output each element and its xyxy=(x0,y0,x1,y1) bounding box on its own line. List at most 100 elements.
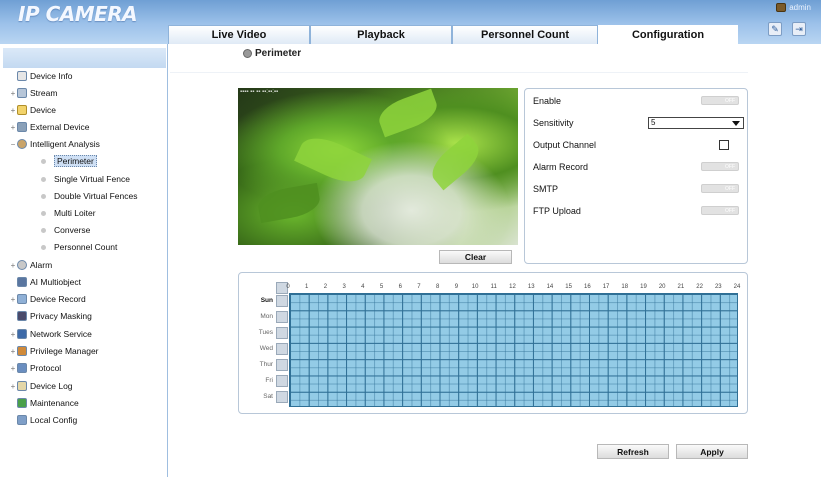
tab-personnel-count[interactable]: Personnel Count xyxy=(452,25,598,44)
sidebar-item-personnel-count[interactable]: Personnel Count xyxy=(41,239,117,255)
sidebar-item-network-service[interactable]: + Network Service xyxy=(9,326,92,342)
sensitivity-select[interactable]: 5 xyxy=(648,117,744,129)
expand-icon[interactable]: + xyxy=(9,382,17,391)
collapse-icon[interactable]: − xyxy=(9,140,17,149)
alarm-record-toggle[interactable]: OFF xyxy=(701,162,739,171)
hour-label: 16 xyxy=(583,284,591,290)
day-select-box-tues[interactable] xyxy=(276,327,288,339)
settings-icon-button[interactable]: ✎ xyxy=(768,22,782,36)
video-preview[interactable]: ▪▪▪▪ ▪▪ ▪▪ ▪▪:▪▪:▪▪ xyxy=(238,88,518,245)
hour-label: 3 xyxy=(342,284,346,290)
alarm-record-row: Alarm Record OFF xyxy=(533,159,743,175)
hour-label: 17 xyxy=(602,284,610,290)
expand-icon[interactable]: + xyxy=(9,106,17,115)
sidebar-item-alarm[interactable]: + Alarm xyxy=(9,257,52,273)
user-icon xyxy=(776,3,787,12)
sidebar-item-local-config[interactable]: Local Config xyxy=(9,412,77,428)
document-icon xyxy=(17,71,27,81)
day-label-fri: Fri xyxy=(265,377,273,384)
hour-label: 24 xyxy=(733,284,741,290)
sidebar-item-multi-loiter[interactable]: Multi Loiter xyxy=(41,205,96,221)
refresh-button[interactable]: Refresh xyxy=(597,444,669,459)
logout-button[interactable]: ⇥ xyxy=(792,22,806,36)
stream-icon xyxy=(17,88,27,98)
sidebar-item-privilege-manager[interactable]: + Privilege Manager xyxy=(9,343,99,359)
hour-label: 13 xyxy=(527,284,535,290)
day-select-box-mon[interactable] xyxy=(276,311,288,323)
sidebar-item-device-log[interactable]: + Device Log xyxy=(9,378,73,394)
expand-icon[interactable]: + xyxy=(9,89,17,98)
hour-label: 14 xyxy=(546,284,554,290)
day-select-box-fri[interactable] xyxy=(276,375,288,387)
day-select-box-thur[interactable] xyxy=(276,359,288,371)
sidebar-item-single-virtual-fence[interactable]: Single Virtual Fence xyxy=(41,171,130,187)
app-window: IP CAMERA admin Live Video Playback Pers… xyxy=(0,0,821,477)
hour-label: 4 xyxy=(361,284,365,290)
record-icon xyxy=(17,294,27,304)
day-label-sun: Sun xyxy=(260,297,273,304)
dot-icon xyxy=(41,158,46,164)
sidebar-item-stream[interactable]: + Stream xyxy=(9,85,57,101)
day-label-sat: Sat xyxy=(263,393,273,400)
leaf-shape xyxy=(374,88,442,138)
leaf-shape xyxy=(255,182,323,224)
schedule-grid[interactable] xyxy=(289,293,738,407)
dot-icon xyxy=(41,193,46,199)
clear-button[interactable]: Clear xyxy=(439,250,512,264)
expand-icon[interactable]: + xyxy=(9,364,17,373)
sidebar-item-external-device[interactable]: + External Device xyxy=(9,119,90,135)
folder-icon xyxy=(17,105,27,115)
header-bar: IP CAMERA admin Live Video Playback Pers… xyxy=(0,0,821,44)
apply-button[interactable]: Apply xyxy=(676,444,748,459)
smtp-toggle[interactable]: OFF xyxy=(701,184,739,193)
hour-label: 6 xyxy=(398,284,402,290)
ai-icon xyxy=(17,277,27,287)
sidebar-item-double-virtual-fences[interactable]: Double Virtual Fences xyxy=(41,188,137,204)
expand-icon[interactable]: + xyxy=(9,347,17,356)
hour-label: 11 xyxy=(490,284,497,290)
sidebar-item-device-info[interactable]: Device Info xyxy=(9,68,73,84)
sidebar-item-device-record[interactable]: + Device Record xyxy=(9,291,86,307)
alarm-icon xyxy=(17,260,27,270)
hour-label: 0 xyxy=(286,284,290,290)
ftp-upload-toggle[interactable]: OFF xyxy=(701,206,739,215)
day-select-box-wed[interactable] xyxy=(276,343,288,355)
sidebar-item-protocol[interactable]: + Protocol xyxy=(9,360,61,376)
sidebar-item-intelligent-analysis[interactable]: − Intelligent Analysis xyxy=(9,136,100,152)
day-select-box-sun[interactable] xyxy=(276,295,288,307)
sidebar: Device Info + Stream + Device + External… xyxy=(3,44,168,477)
expand-icon[interactable]: + xyxy=(9,261,17,270)
sidebar-item-perimeter[interactable]: Perimeter xyxy=(41,153,97,169)
hour-label: 22 xyxy=(696,284,703,290)
output-channel-checkbox[interactable] xyxy=(719,140,729,150)
hour-label: 18 xyxy=(621,284,629,290)
tab-live-video[interactable]: Live Video xyxy=(168,25,310,44)
sidebar-item-privacy-masking[interactable]: Privacy Masking xyxy=(9,308,92,324)
user-name: admin xyxy=(789,3,811,12)
hour-label: 2 xyxy=(323,284,328,290)
sidebar-item-maintenance[interactable]: Maintenance xyxy=(9,395,79,411)
expand-icon[interactable]: + xyxy=(9,123,17,132)
tab-playback[interactable]: Playback xyxy=(310,25,452,44)
leaf-shape xyxy=(425,133,486,191)
hour-label: 19 xyxy=(640,284,647,290)
sidebar-item-device[interactable]: + Device xyxy=(9,102,56,118)
ftp-upload-row: FTP Upload OFF xyxy=(533,203,743,219)
settings-panel: Enable OFF Sensitivity 5 Output Channel … xyxy=(524,88,748,264)
enable-toggle[interactable]: OFF xyxy=(701,96,739,105)
sidebar-item-ai-multiobject[interactable]: AI Multiobject xyxy=(9,274,81,290)
plug-icon xyxy=(17,122,27,132)
expand-icon[interactable]: + xyxy=(9,330,17,339)
user-info[interactable]: admin xyxy=(776,3,811,12)
day-select-box-sat[interactable] xyxy=(276,391,288,403)
expand-icon[interactable]: + xyxy=(9,295,17,304)
schedule-panel: 0 1 2 3 4 5 6 7 8 9 10 11 12 13 14 15 16 17 18 19 20 21 22 23 24… xyxy=(238,272,748,414)
hour-label: 9 xyxy=(454,284,459,290)
day-label-wed: Wed xyxy=(259,345,273,352)
enable-row: Enable OFF xyxy=(533,93,743,109)
hour-label: 15 xyxy=(565,284,572,290)
tab-configuration[interactable]: Configuration xyxy=(598,25,738,44)
hour-label: 12 xyxy=(509,284,516,290)
sidebar-item-converse[interactable]: Converse xyxy=(41,222,90,238)
sidebar-top-bar xyxy=(3,48,166,68)
